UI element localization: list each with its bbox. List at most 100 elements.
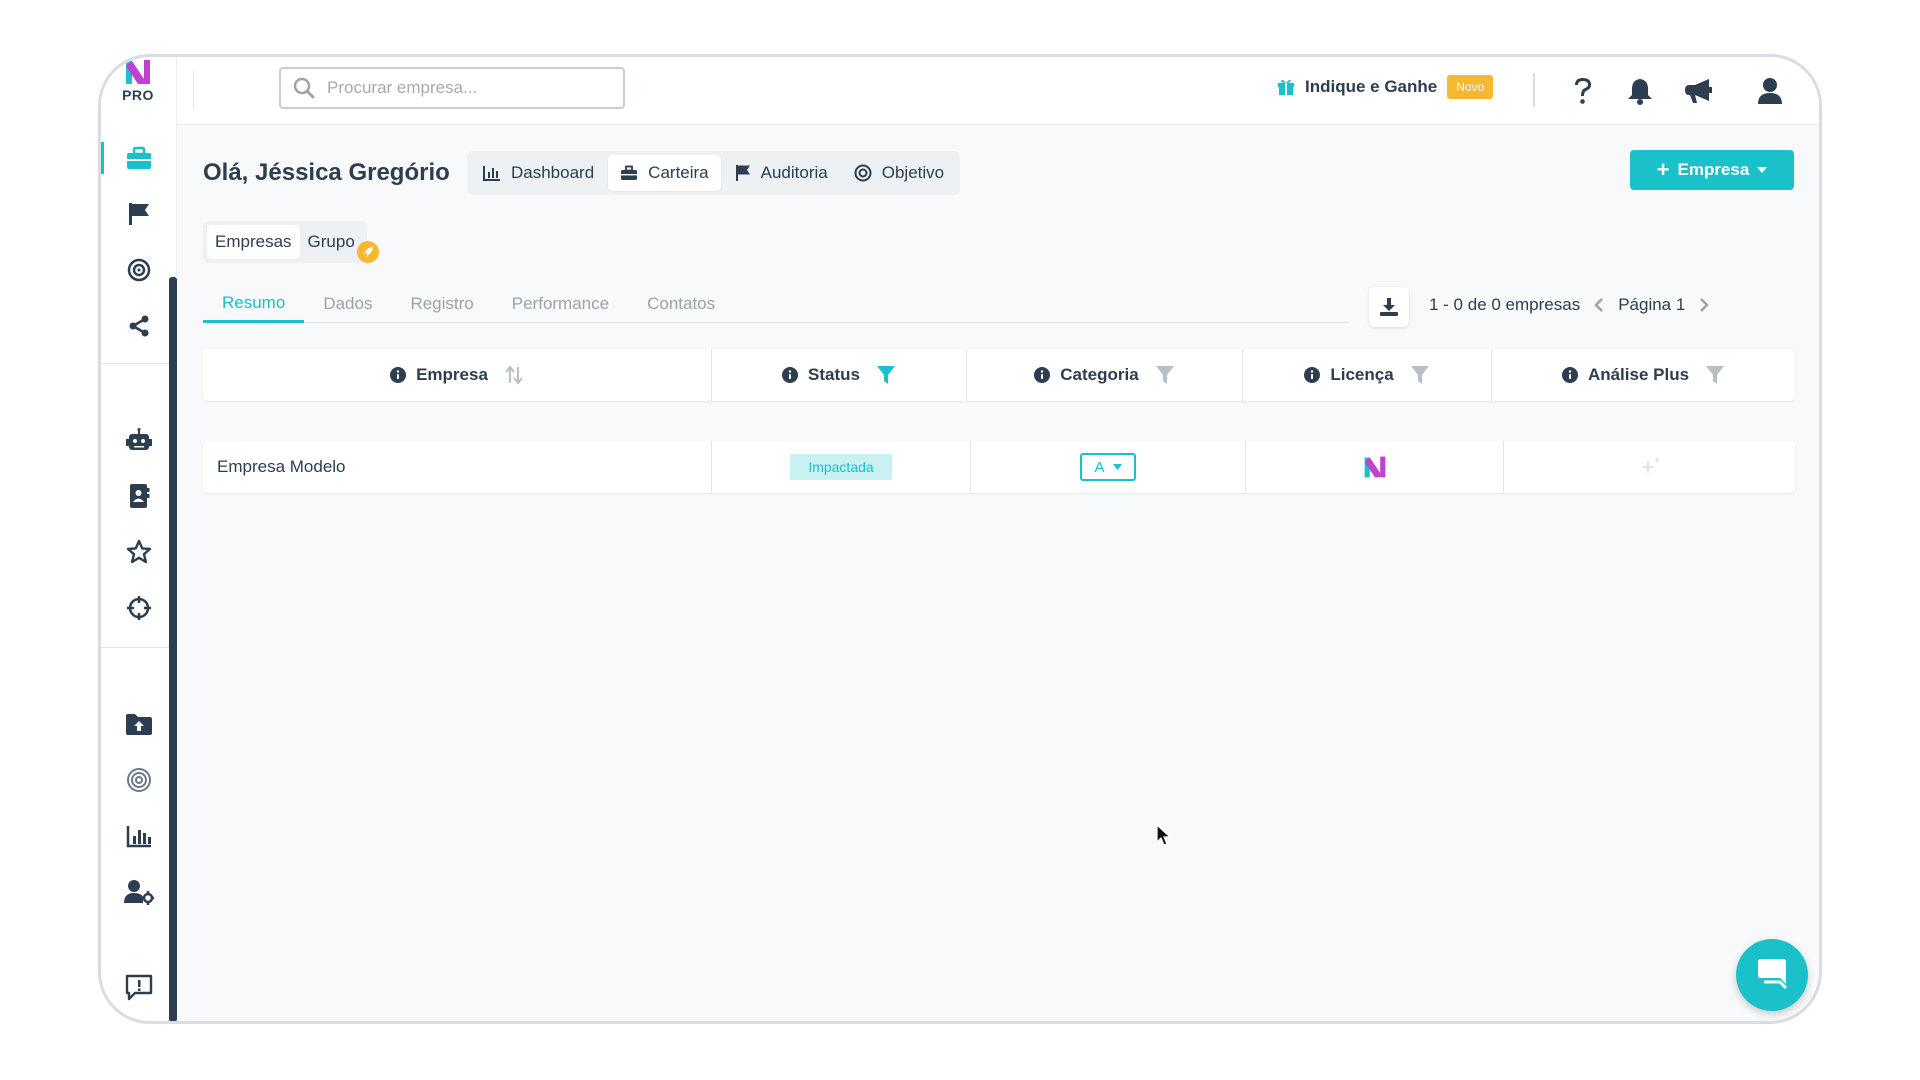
sidebar-item-favorites[interactable] (117, 530, 161, 574)
cell-categoria: A (971, 441, 1246, 493)
download-button[interactable] (1369, 287, 1409, 327)
sidebar-item-feedback[interactable] (117, 965, 161, 1009)
tab-performance[interactable]: Performance (493, 285, 628, 323)
announcements-button[interactable] (1678, 71, 1718, 111)
sidebar-item-prospect[interactable] (117, 586, 161, 630)
info-icon[interactable] (782, 367, 799, 383)
sidebar-item-share[interactable] (117, 304, 161, 348)
briefcase-icon (621, 165, 638, 180)
tab-objetivo[interactable]: Objetivo (842, 155, 956, 191)
filter-button[interactable] (876, 365, 896, 385)
caret-down-icon (1112, 464, 1122, 470)
sidebar-scrollbar[interactable] (169, 277, 177, 1021)
flag-icon (129, 203, 149, 225)
analise-plus-button[interactable] (1638, 455, 1662, 479)
user-icon (1758, 78, 1782, 104)
prev-page-button[interactable] (1594, 297, 1604, 313)
category-select[interactable]: A (1080, 453, 1136, 481)
filter-button[interactable] (1705, 365, 1725, 385)
tab-dados[interactable]: Dados (304, 285, 391, 323)
tab-label: Objetivo (881, 163, 945, 182)
cell-licenca (1246, 441, 1504, 493)
brand-logo-icon (126, 60, 150, 84)
tab-label: Carteira (648, 163, 709, 182)
filter-icon (1706, 366, 1725, 384)
radar-icon (127, 768, 151, 792)
robot-icon (126, 428, 152, 450)
top-bar: Indique e Ganhe Novo (177, 57, 1819, 125)
sparkle-icon (1639, 456, 1661, 475)
toggle-grupo[interactable]: Grupo (300, 225, 379, 263)
toggle-empresas[interactable]: Empresas (207, 225, 300, 259)
target-icon (854, 164, 872, 182)
brand-logo[interactable]: PRO (115, 57, 161, 117)
chart-icon (483, 166, 500, 181)
tab-dashboard[interactable]: Dashboard (471, 155, 606, 191)
cell-analise-plus (1504, 441, 1795, 493)
tab-carteira[interactable]: Carteira (608, 155, 721, 191)
sidebar-item-radar[interactable] (117, 758, 161, 802)
plan-label: PRO (122, 87, 154, 103)
search-input[interactable] (327, 78, 597, 98)
filter-icon (1155, 366, 1174, 384)
sidebar-item-contacts[interactable] (117, 474, 161, 518)
tab-resumo[interactable]: Resumo (203, 285, 305, 323)
crosshair-icon (127, 596, 151, 620)
tab-contatos[interactable]: Contatos (628, 285, 734, 323)
sidebar-item-carteira[interactable] (101, 136, 161, 180)
chat-icon (1758, 959, 1788, 990)
info-icon[interactable] (1034, 367, 1051, 383)
column-header-analise-plus: Análise Plus (1492, 349, 1795, 401)
filter-button[interactable] (1155, 365, 1175, 385)
chat-button[interactable] (1736, 939, 1808, 1011)
tab-registro[interactable]: Registro (391, 285, 492, 323)
bar-chart-icon (126, 826, 151, 848)
question-icon (1575, 78, 1591, 104)
topbar-separator (1533, 73, 1535, 107)
info-icon[interactable] (390, 367, 407, 383)
rocket-icon (356, 241, 379, 263)
share-icon (129, 315, 149, 337)
info-icon[interactable] (1304, 367, 1321, 383)
add-company-label: Empresa (1677, 160, 1750, 179)
briefcase-icon (127, 146, 151, 169)
search-box[interactable] (279, 67, 625, 109)
info-icon[interactable] (1561, 367, 1578, 383)
folder-upload-icon (126, 714, 152, 735)
mouse-cursor-icon (1156, 824, 1172, 846)
column-header-status: Status (712, 349, 967, 401)
filter-icon (1410, 366, 1429, 384)
filter-button[interactable] (1410, 365, 1430, 385)
cell-status: Impactada (712, 441, 971, 493)
sort-button[interactable] (504, 365, 524, 385)
brand-logo-icon (1364, 456, 1385, 478)
sidebar-item-user-settings[interactable] (117, 870, 161, 914)
table-row[interactable]: Empresa Modelo Impactada A (203, 441, 1795, 493)
target-icon (127, 258, 151, 282)
sort-icon (505, 365, 523, 385)
profile-button[interactable] (1750, 71, 1790, 111)
user-settings-icon (124, 880, 154, 905)
sidebar-item-auditoria[interactable] (117, 192, 161, 236)
tab-label: Dashboard (511, 163, 595, 182)
cell-empresa[interactable]: Empresa Modelo (203, 441, 712, 493)
sidebar-item-upload[interactable] (117, 702, 161, 746)
help-button[interactable] (1563, 71, 1603, 111)
column-label: Categoria (1060, 365, 1139, 384)
bell-icon (1628, 79, 1652, 105)
feedback-icon (125, 974, 153, 1001)
topbar-divider (193, 71, 194, 109)
next-page-button[interactable] (1699, 297, 1710, 313)
view-toggle: Empresas Grupo (203, 221, 379, 263)
contact-book-icon (130, 484, 150, 508)
notifications-button[interactable] (1620, 71, 1660, 111)
column-header-categoria: Categoria (967, 349, 1243, 401)
page-title: Olá, Jéssica Gregório (203, 159, 450, 186)
sidebar-item-robot[interactable] (117, 418, 161, 462)
sidebar-item-objetivo[interactable] (117, 248, 161, 292)
referral-link[interactable]: Indique e Ganhe Novo (1277, 75, 1494, 99)
sidebar-item-reports[interactable] (117, 814, 161, 858)
add-company-button[interactable]: + Empresa (1630, 150, 1794, 190)
sidebar: PRO (101, 57, 177, 1021)
tab-auditoria[interactable]: Auditoria (723, 155, 840, 191)
